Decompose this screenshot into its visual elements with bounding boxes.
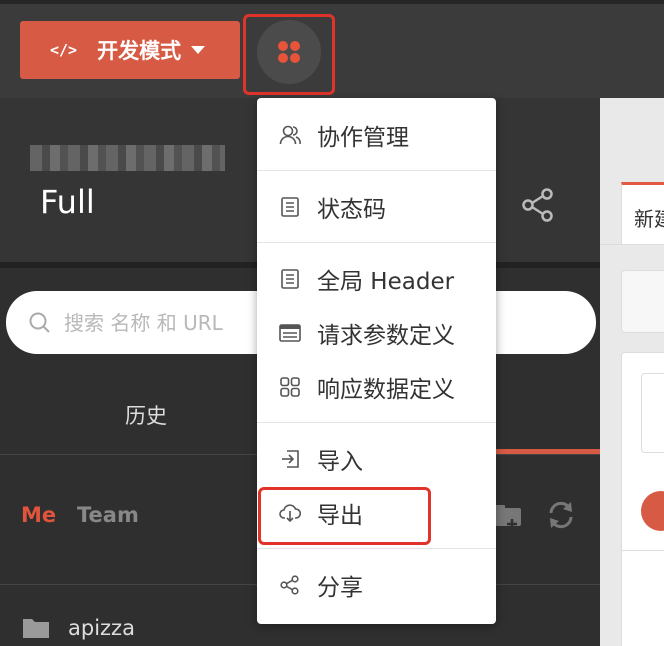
share-icon[interactable] (520, 187, 556, 223)
menu-item-import[interactable]: 导入 (257, 436, 496, 482)
dev-mode-button[interactable]: </> 开发模式 (20, 21, 240, 79)
share-icon (280, 575, 299, 595)
caret-down-icon (191, 46, 206, 54)
divider (621, 550, 664, 551)
menu-item-label: 分享 (317, 575, 363, 601)
menu-item-global-header[interactable]: 全局 Header (257, 256, 496, 302)
url-input[interactable] (621, 270, 664, 333)
table-icon (279, 324, 301, 342)
list-icon (281, 269, 299, 289)
project-title: Full (40, 183, 95, 221)
grid-icon (280, 377, 300, 397)
top-strip (0, 0, 664, 4)
menu-item-label: 状态码 (317, 197, 386, 223)
menu-button-highlight (243, 14, 335, 95)
menu-divider (257, 170, 496, 171)
folder-item-label[interactable]: apizza (68, 616, 135, 640)
project-menu: 协作管理 状态码 全局 Header 请求参数定义 响应数据定义 导入 导出 分… (257, 98, 496, 624)
users-icon (279, 125, 301, 145)
menu-divider (257, 548, 496, 549)
tab-history[interactable]: 历史 (125, 400, 167, 430)
menu-item-response-data[interactable]: 响应数据定义 (257, 364, 496, 410)
refresh-icon[interactable] (544, 498, 578, 532)
menu-item-status-codes[interactable]: 状态码 (257, 184, 496, 230)
blurred-project-owner (30, 145, 225, 171)
export-highlight (258, 487, 431, 545)
menu-item-request-params[interactable]: 请求参数定义 (257, 310, 496, 356)
tab-team[interactable]: Team (77, 503, 139, 527)
menu-item-label: 协作管理 (317, 125, 409, 151)
menu-item-share[interactable]: 分享 (257, 562, 496, 608)
list-icon (281, 197, 299, 217)
code-icon: </> (50, 41, 78, 59)
menu-item-label: 响应数据定义 (317, 377, 455, 403)
search-icon (29, 312, 50, 333)
tab-me[interactable]: Me (21, 503, 56, 527)
tab-new[interactable]: 新建 (621, 182, 664, 244)
menu-divider (257, 422, 496, 423)
request-field[interactable] (641, 373, 664, 453)
menu-item-collaboration[interactable]: 协作管理 (257, 112, 496, 158)
menu-item-label: 全局 Header (317, 269, 455, 295)
dev-mode-label: 开发模式 (97, 39, 182, 63)
add-folder-icon[interactable] (494, 500, 522, 530)
menu-item-label: 导入 (317, 449, 363, 475)
divider (600, 244, 664, 245)
folder-icon (23, 619, 49, 638)
menu-divider (257, 242, 496, 243)
import-icon (282, 450, 299, 468)
menu-item-label: 请求参数定义 (317, 323, 455, 349)
